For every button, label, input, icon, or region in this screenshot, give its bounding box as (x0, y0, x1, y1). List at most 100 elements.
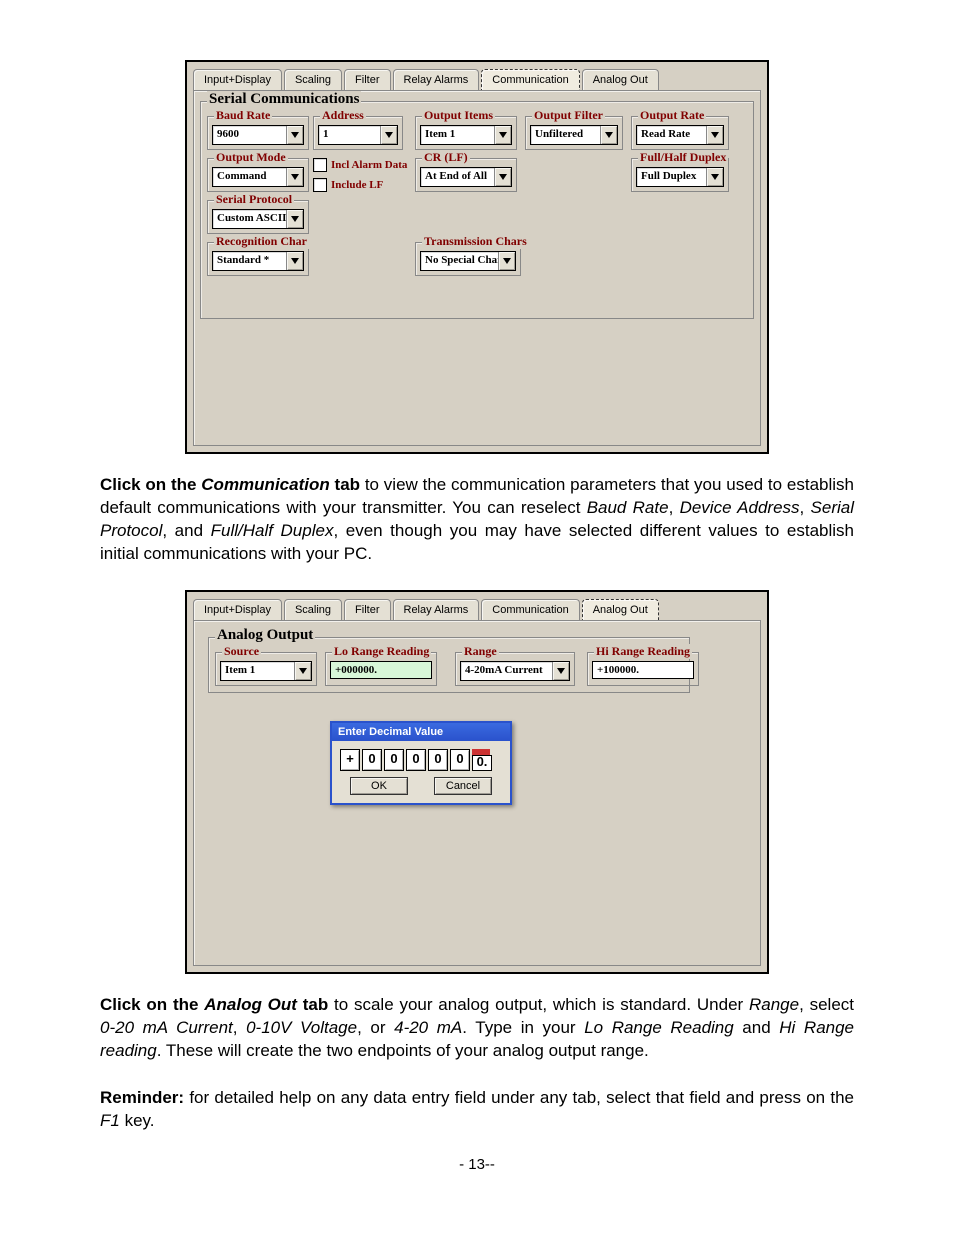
tab-relay-alarms[interactable]: Relay Alarms (393, 599, 480, 620)
baud-rate-select[interactable]: 9600 (212, 125, 304, 145)
legend-serial-communications: Serial Communications (207, 91, 361, 108)
tab-analog-out[interactable]: Analog Out (582, 69, 659, 90)
p2-i3: 0-10V Voltage (246, 1018, 357, 1037)
analog-out-panel-body: Analog Output Source Item 1 Lo Range Rea… (193, 620, 761, 966)
recognition-char-select[interactable]: Standard * (212, 251, 304, 271)
output-mode-value: Command (213, 168, 286, 186)
legend-output-items: Output Items (422, 108, 495, 123)
digit-5[interactable]: 0 (450, 749, 470, 771)
p2-rest3: . Type in your (462, 1018, 584, 1037)
p3-rest1: for detailed help on any data entry fiel… (184, 1088, 854, 1107)
source-select[interactable]: Item 1 (220, 661, 312, 681)
chevron-down-icon (706, 126, 723, 144)
p1-c1: , (669, 498, 680, 517)
p3-bold: Reminder: (100, 1088, 184, 1107)
p2-lead2: tab (297, 995, 328, 1014)
legend-analog-output: Analog Output (215, 627, 315, 644)
analog-out-panel: Input+Display Scaling Filter Relay Alarm… (185, 590, 769, 974)
transmission-chars-value: No Special Char (421, 252, 498, 270)
tab-bar-2: Input+Display Scaling Filter Relay Alarm… (187, 592, 767, 620)
p3-i1: F1 (100, 1111, 120, 1130)
legend-range: Range (462, 644, 499, 659)
tab-filter[interactable]: Filter (344, 599, 390, 620)
tab-relay-alarms[interactable]: Relay Alarms (393, 69, 480, 90)
p2-i2: 0-20 mA Current (100, 1018, 233, 1037)
group-transmission-chars: Transmission Chars No Special Char (415, 242, 521, 276)
legend-transmission-chars: Transmission Chars (422, 234, 529, 249)
legend-address: Address (320, 108, 366, 123)
chevron-down-icon (286, 168, 303, 186)
recognition-char-value: Standard * (213, 252, 286, 270)
cr-lf-select[interactable]: At End of All (420, 167, 512, 187)
digit-6[interactable]: 0. (472, 755, 492, 771)
p2-i5: Lo Range Reading (584, 1018, 734, 1037)
chevron-down-icon (286, 252, 303, 270)
chevron-down-icon (498, 252, 515, 270)
digit-4[interactable]: 0 (428, 749, 448, 771)
tab-analog-out[interactable]: Analog Out (582, 599, 659, 621)
chevron-down-icon (706, 168, 723, 186)
checkbox-icon (313, 178, 327, 192)
legend-output-rate: Output Rate (638, 108, 706, 123)
p1-i2: Device Address (680, 498, 800, 517)
hi-range-input[interactable]: +100000. (592, 661, 694, 679)
group-lo-range: Lo Range Reading +000000. (325, 652, 437, 686)
group-output-rate: Output Rate Read Rate (631, 116, 729, 150)
group-range: Range 4-20mA Current (455, 652, 575, 686)
p2-rest4: . These will create the two endpoints of… (157, 1041, 649, 1060)
tab-communication[interactable]: Communication (481, 69, 579, 91)
p1-lead-ital: Communication (201, 475, 329, 494)
tab-scaling[interactable]: Scaling (284, 69, 342, 90)
output-filter-select[interactable]: Unfiltered (530, 125, 618, 145)
source-value: Item 1 (221, 662, 294, 680)
tab-input-display[interactable]: Input+Display (193, 69, 282, 90)
chevron-down-icon (600, 126, 617, 144)
p1-lead2: tab (330, 475, 360, 494)
chevron-down-icon (286, 126, 303, 144)
serial-protocol-select[interactable]: Custom ASCII (212, 209, 304, 229)
p2-i4: 4-20 mA (394, 1018, 462, 1037)
tab-communication[interactable]: Communication (481, 599, 579, 620)
digit-sign[interactable]: + (340, 749, 360, 771)
p1-lead: Click on the (100, 475, 201, 494)
p1-i1: Baud Rate (587, 498, 669, 517)
p2-rest2: , select (799, 995, 854, 1014)
tab-filter[interactable]: Filter (344, 69, 390, 90)
dialog-title: Enter Decimal Value (332, 723, 510, 741)
lo-range-input[interactable]: +000000. (330, 661, 432, 679)
ok-button[interactable]: OK (350, 777, 408, 795)
tab-scaling[interactable]: Scaling (284, 599, 342, 620)
group-serial-communications: Serial Communications Baud Rate 9600 Add… (200, 101, 754, 319)
legend-cr-lf: CR (LF) (422, 150, 470, 165)
address-value: 1 (319, 126, 380, 144)
include-lf-label: Include LF (331, 179, 383, 191)
incl-alarm-data-label: Incl Alarm Data (331, 159, 407, 171)
output-items-value: Item 1 (421, 126, 494, 144)
full-half-duplex-value: Full Duplex (637, 168, 706, 186)
baud-rate-value: 9600 (213, 126, 286, 144)
output-rate-select[interactable]: Read Rate (636, 125, 724, 145)
legend-output-filter: Output Filter (532, 108, 605, 123)
legend-lo-range: Lo Range Reading (332, 644, 431, 659)
digit-2[interactable]: 0 (384, 749, 404, 771)
cancel-button[interactable]: Cancel (434, 777, 492, 795)
digit-1[interactable]: 0 (362, 749, 382, 771)
tab-input-display[interactable]: Input+Display (193, 599, 282, 620)
transmission-chars-select[interactable]: No Special Char (420, 251, 516, 271)
p2-c1: , (233, 1018, 246, 1037)
p2-i1: Range (749, 995, 799, 1014)
legend-recognition-char: Recognition Char (214, 234, 309, 249)
full-half-duplex-select[interactable]: Full Duplex (636, 167, 724, 187)
group-recognition-char: Recognition Char Standard * (207, 242, 309, 276)
legend-baud-rate: Baud Rate (214, 108, 272, 123)
include-lf-checkbox[interactable]: Include LF (313, 178, 409, 192)
legend-full-half-duplex: Full/Half Duplex (638, 150, 728, 165)
range-select[interactable]: 4-20mA Current (460, 661, 570, 681)
output-mode-select[interactable]: Command (212, 167, 304, 187)
p2-lead: Click on the (100, 995, 204, 1014)
output-items-select[interactable]: Item 1 (420, 125, 512, 145)
incl-alarm-data-checkbox[interactable]: Incl Alarm Data (313, 158, 409, 172)
digit-3[interactable]: 0 (406, 749, 426, 771)
p3-rest2: key. (120, 1111, 155, 1130)
address-select[interactable]: 1 (318, 125, 398, 145)
